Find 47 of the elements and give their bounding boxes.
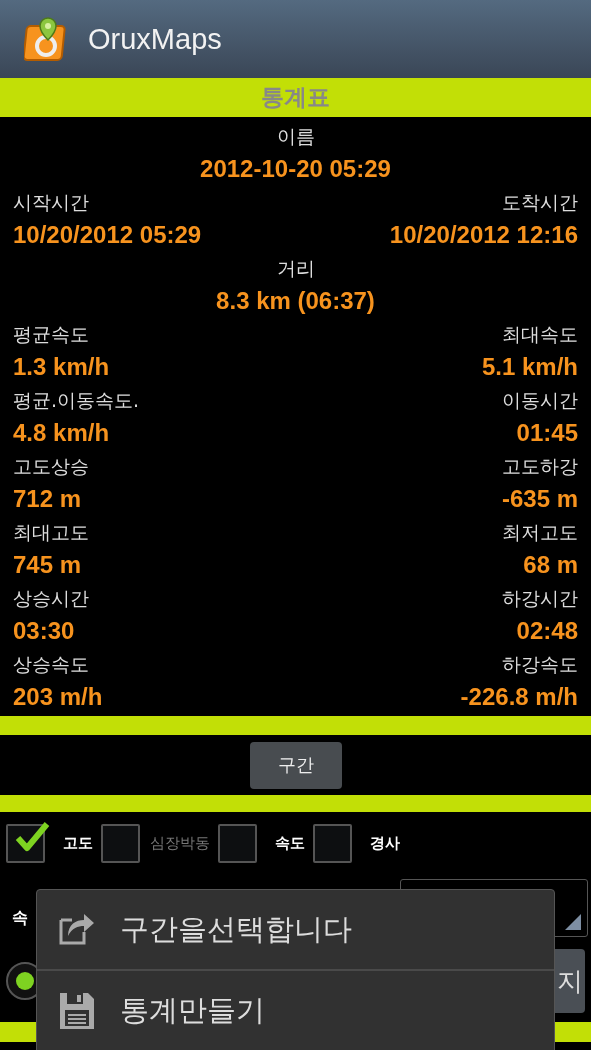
section-title: 통계표	[261, 83, 330, 112]
stat-value: 1.3 km/h	[13, 353, 110, 381]
menu-item[interactable]: 통계만들기	[37, 969, 554, 1050]
checkbox-label: 경사	[370, 833, 400, 853]
stat-label: 고도상승	[13, 454, 89, 479]
stat-label: 고도하강	[502, 454, 578, 479]
stat-value: 02:48	[516, 617, 578, 645]
stat-label: 최저고도	[502, 520, 578, 545]
stat-value: 03:30	[13, 617, 75, 645]
stat-label: 도착시간	[502, 190, 578, 215]
stat-value: 68 m	[523, 551, 578, 579]
stat-label: 상승속도	[13, 652, 89, 677]
dropdown-arrow-icon	[565, 914, 581, 930]
checkbox-label: 속도	[275, 833, 305, 853]
field-label: 속	[12, 907, 28, 929]
stat-value: 01:45	[516, 419, 578, 447]
stat-label: 이동시간	[502, 388, 578, 413]
stat-label: 시작시간	[13, 190, 89, 215]
stat-label: 최대고도	[13, 520, 89, 545]
stat-label: 하강속도	[502, 652, 578, 677]
stat-value: 10/20/2012 05:29	[13, 221, 202, 249]
checkbox-label: 고도	[63, 833, 93, 853]
stat-label: 최대속도	[502, 322, 578, 347]
segment-button[interactable]: 구간	[249, 741, 342, 789]
stat-value: 745 m	[13, 551, 82, 579]
menu-item[interactable]: 구간을선택합니다	[37, 890, 554, 969]
button[interactable]: 지	[555, 949, 585, 1013]
stat-label: 거리	[276, 256, 315, 281]
stat-label: 평균.이동속도.	[13, 388, 140, 413]
stat-value: 5.1 km/h	[481, 353, 578, 381]
stat-label: 평균속도	[13, 322, 89, 347]
stat-label: 하강시간	[502, 586, 578, 611]
stat-label: 상승시간	[13, 586, 89, 611]
stat-label: 이름	[276, 124, 315, 149]
checkbox[interactable]	[218, 823, 257, 863]
save-icon	[58, 990, 96, 1031]
stat-value: 712 m	[13, 485, 82, 513]
stat-value: 2012-10-20 05:29	[200, 155, 391, 183]
app-title: OruxMaps	[88, 22, 222, 56]
stat-value: 203 m/h	[13, 683, 103, 711]
stat-value: 8.3 km (06:37)	[216, 287, 375, 315]
stat-value: -635 m	[501, 485, 578, 513]
checkbox[interactable]	[313, 823, 352, 863]
stat-value: 4.8 km/h	[13, 419, 110, 447]
stat-value: -226.8 m/h	[460, 683, 578, 711]
stat-value: 10/20/2012 12:16	[389, 221, 578, 249]
checkbox-label: 심장박동	[150, 833, 210, 853]
